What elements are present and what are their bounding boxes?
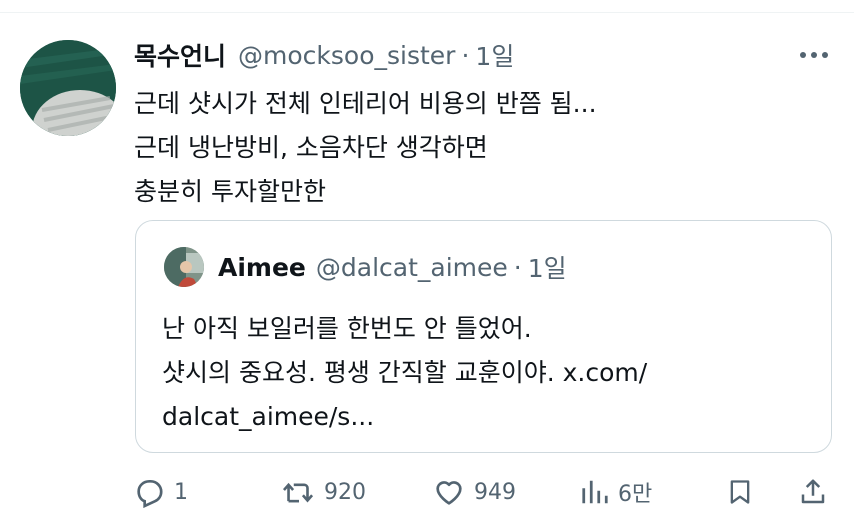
quoted-timestamp[interactable]: 1일 <box>528 249 567 285</box>
author-avatar[interactable] <box>20 40 116 136</box>
quoted-tweet-header: Aimee @dalcat_aimee · 1일 <box>218 249 567 285</box>
reply-button[interactable]: 1 <box>134 470 188 514</box>
author-handle[interactable]: @mocksoo_sister <box>238 41 455 70</box>
reply-bubble-icon <box>137 480 163 508</box>
quoted-separator-dot: · <box>513 252 522 282</box>
like-button[interactable]: 949 <box>432 470 516 514</box>
quoted-text-line: 샷시의 중요성. 평생 간직할 교훈이야. x.com/ <box>162 358 648 387</box>
like-count: 949 <box>474 479 516 505</box>
bookmark-button[interactable] <box>726 470 754 514</box>
tweet-text: 근데 샷시가 전체 인테리어 비용의 반쯤 됨... 근데 냉난방비, 소음차단… <box>134 82 824 214</box>
quoted-avatar-image <box>164 247 204 287</box>
heart-icon <box>436 481 462 505</box>
share-button[interactable] <box>798 470 828 514</box>
more-dots-icon <box>800 52 828 58</box>
share-upload-icon <box>801 479 825 504</box>
quoted-text-line: dalcat_aimee/s... <box>162 402 375 431</box>
quoted-handle[interactable]: @dalcat_aimee <box>316 253 508 282</box>
quoted-text-line: 난 아직 보일러를 한번도 안 틀었어. <box>162 314 532 343</box>
quoted-tweet-text: 난 아직 보일러를 한번도 안 틀었어. 샷시의 중요성. 평생 간직할 교훈이… <box>162 307 812 439</box>
tweet-text-line: 근데 냉난방비, 소음차단 생각하면 <box>134 133 488 162</box>
repost-button[interactable]: 920 <box>282 470 366 514</box>
quoted-author-avatar[interactable] <box>164 247 204 287</box>
tweet-text-line: 근데 샷시가 전체 인테리어 비용의 반쯤 됨... <box>134 89 597 118</box>
reply-count: 1 <box>174 479 188 505</box>
quoted-display-name[interactable]: Aimee <box>218 253 306 282</box>
views-button[interactable]: 6만 <box>580 470 652 514</box>
divider-line <box>0 12 854 13</box>
tweet-action-bar: 1 920 949 6만 <box>134 470 834 514</box>
quoted-tweet-card[interactable]: Aimee @dalcat_aimee · 1일 난 아직 보일러를 한번도 안… <box>135 220 832 453</box>
bookmark-icon <box>730 480 750 504</box>
tweet-header: 목수언니 @mocksoo_sister · 1일 <box>134 38 514 72</box>
views-count: 6만 <box>618 482 653 507</box>
author-display-name[interactable]: 목수언니 <box>134 37 226 73</box>
avatar-image <box>20 40 116 136</box>
separator-dot: · <box>461 40 470 70</box>
tweet-text-line: 충분히 투자할만한 <box>134 177 326 206</box>
repost-arrows-icon <box>282 482 314 503</box>
more-options-button[interactable] <box>792 40 836 70</box>
tweet-timestamp[interactable]: 1일 <box>475 37 514 73</box>
views-bars-icon <box>582 480 608 504</box>
repost-count: 920 <box>324 479 366 505</box>
